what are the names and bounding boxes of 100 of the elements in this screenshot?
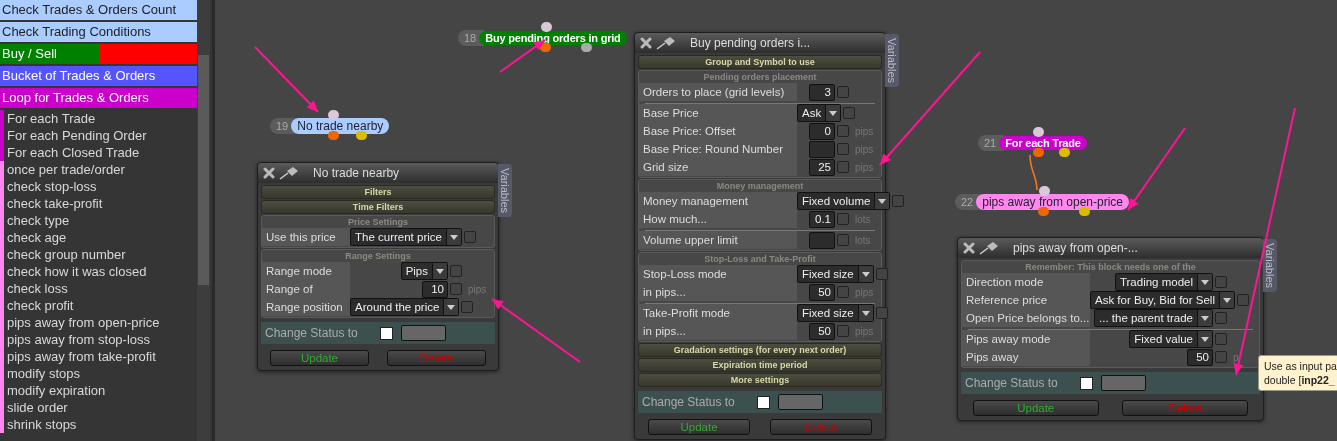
checkbox[interactable] [837,86,849,98]
checkbox[interactable] [875,307,888,319]
pin-icon[interactable] [279,166,299,180]
close-icon[interactable] [963,242,975,254]
pin-icon[interactable] [656,36,676,50]
section-bar[interactable]: Expiration time period [638,358,882,372]
sidebar-item[interactable]: check group number [4,247,126,262]
checkbox[interactable] [837,161,849,173]
category-label[interactable]: Loop for Trades & Orders [2,90,149,105]
category-label[interactable]: Bucket of Trades & Orders [2,68,156,83]
checkbox[interactable] [837,125,849,137]
checkbox[interactable] [461,301,474,313]
number-field[interactable]: 3 [809,83,835,101]
checkbox[interactable] [837,325,849,337]
category-bar[interactable]: Loop for Trades & Orders [0,88,197,108]
category-bar[interactable]: Check Trades & Orders Count [0,0,197,20]
input-port[interactable] [541,22,552,32]
number-field[interactable]: 50 [809,322,835,340]
sidebar-item[interactable]: check take-profit [4,196,103,211]
checkbox[interactable] [450,265,462,277]
pin-icon[interactable] [979,241,999,255]
checkbox[interactable] [1079,376,1093,390]
category-bar[interactable]: Buy / Sell [0,44,197,64]
checkbox[interactable] [1215,351,1227,363]
sidebar-item[interactable]: pips away from take-profit [4,349,156,364]
sidebar-item[interactable]: modify expiration [4,383,106,398]
dropdown[interactable]: ... the parent trade [1094,309,1213,327]
sidebar-item[interactable]: For each Pending Order [4,128,147,143]
update-button[interactable]: Update [972,400,1099,416]
dropdown[interactable]: Fixed size [797,265,874,283]
number-field[interactable]: 50 [1187,348,1213,366]
dropdown[interactable]: Fixed size [797,304,874,322]
checkbox[interactable] [892,195,905,207]
checkbox[interactable] [1215,276,1227,288]
checkbox[interactable] [837,286,849,298]
section-bar[interactable]: Filters [261,185,495,199]
sidebar-item[interactable]: pips away from open-price [4,315,160,330]
output-port[interactable] [1079,207,1090,216]
variables-tab[interactable]: Variables [498,164,512,218]
dropdown[interactable]: Trading model [1114,273,1213,291]
output-port[interactable] [1033,148,1044,157]
checkbox[interactable] [463,231,476,243]
category-bar[interactable]: Check Trading Conditions [0,22,197,42]
dropdown[interactable]: Ask for Buy, Bid for Sell [1090,291,1235,309]
input-port[interactable] [1039,186,1050,196]
number-field[interactable]: 0 [809,122,835,140]
section-bar[interactable]: Gradation settings (for every next order) [638,343,882,357]
sidebar-item[interactable]: once per trade/order [4,162,125,177]
output-port[interactable] [356,131,367,140]
close-icon[interactable] [263,167,275,179]
output-port[interactable] [581,43,592,52]
node-label[interactable]: For each Trade [999,135,1087,150]
input-port[interactable] [1033,127,1044,137]
category-label[interactable]: Buy / Sell [2,46,57,61]
node-label[interactable]: No trade nearby [291,117,390,134]
checkbox[interactable] [1236,294,1249,306]
sidebar-item[interactable]: check loss [4,281,68,296]
checkbox[interactable] [1215,312,1227,324]
section-bar[interactable]: More settings [638,373,882,387]
number-field[interactable] [809,231,835,249]
number-field[interactable]: 25 [809,158,835,176]
number-field[interactable]: 10 [422,280,448,298]
sidebar-item[interactable]: shrink stops [4,417,77,432]
output-port[interactable] [328,131,339,140]
checkbox[interactable] [837,213,849,225]
sidebar-item[interactable]: For each Closed Trade [4,145,140,160]
checkbox[interactable] [875,268,888,280]
output-port[interactable] [1059,148,1070,157]
sidebar-item[interactable]: check profit [4,298,74,313]
output-port[interactable] [1038,207,1049,216]
dropdown[interactable]: Pips [400,262,448,280]
variables-tab[interactable]: Variables [1263,239,1277,293]
dropdown[interactable]: The current price [350,228,462,246]
status-color-field[interactable] [1100,375,1146,391]
checkbox[interactable] [843,107,856,119]
scrollbar-thumb[interactable] [198,55,209,285]
update-button[interactable]: Update [270,350,369,366]
number-field[interactable]: 0.1 [809,210,835,228]
section-bar[interactable]: Group and Symbol to use [638,55,882,69]
checkbox[interactable] [379,326,393,340]
checkbox[interactable] [1215,333,1227,345]
sidebar-item[interactable]: check stop-loss [4,179,97,194]
node-label[interactable]: Buy pending orders in grid [479,30,627,45]
checkbox[interactable] [837,143,849,155]
variables-tab[interactable]: Variables [885,34,899,88]
status-color-field[interactable] [400,325,446,341]
dropdown[interactable]: Around the price [350,298,460,316]
sidebar-item[interactable]: check how it was closed [4,264,147,279]
checkbox[interactable] [756,395,770,409]
sidebar-item[interactable]: slide order [4,400,68,415]
section-bar[interactable]: Time Filters [261,200,495,214]
dropdown[interactable]: Fixed volume [797,192,891,210]
category-label[interactable]: Check Trades & Orders Count [2,2,177,17]
scrollbar[interactable] [197,0,210,441]
update-button[interactable]: Update [647,419,751,435]
dropdown[interactable]: Ask [797,104,842,122]
checkbox[interactable] [837,234,849,246]
category-bar[interactable]: Bucket of Trades & Orders [0,66,197,86]
sidebar-item[interactable]: pips away from stop-loss [4,332,151,347]
category-label[interactable]: Check Trading Conditions [2,24,151,39]
